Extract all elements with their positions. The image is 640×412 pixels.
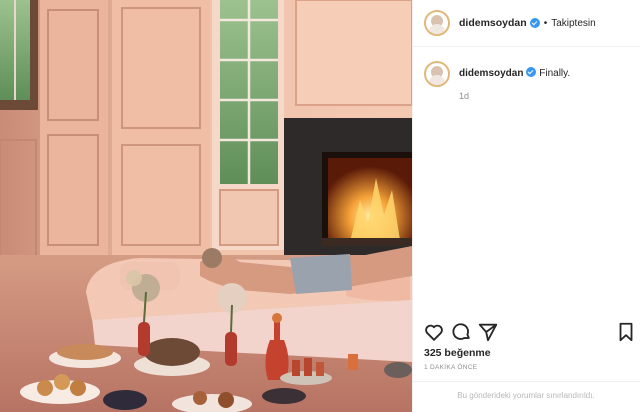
caption: didemsoydan Finally. 1d [459, 61, 570, 103]
caption-row: didemsoydan Finally. 1d [413, 47, 640, 103]
caption-avatar[interactable] [424, 61, 450, 87]
username-link[interactable]: didemsoydan [459, 17, 527, 29]
post-image[interactable] [0, 0, 412, 412]
post-timestamp[interactable]: 1 DAKİKA ÖNCE [424, 364, 477, 371]
comments-disabled-notice: Bu gönderideki yorumlar sınırlandırıldı. [457, 391, 595, 400]
vase-left [138, 322, 150, 356]
caption-text: Finally. [539, 68, 571, 79]
avatar[interactable] [424, 10, 450, 36]
post-header: didemsoydan • Takiptesin [413, 0, 640, 47]
divider [412, 381, 640, 382]
caption-username[interactable]: didemsoydan [459, 68, 523, 79]
separator-dot: • [543, 17, 548, 29]
vase-right [225, 332, 237, 366]
share-icon[interactable] [477, 321, 499, 343]
room-photo [0, 0, 412, 412]
comment-icon[interactable] [450, 321, 472, 343]
verified-badge-icon [529, 18, 540, 28]
action-bar [412, 321, 640, 343]
heart-icon[interactable] [423, 321, 445, 343]
caption-verified-badge-icon [526, 67, 537, 77]
caption-time[interactable]: 1d [459, 89, 570, 103]
follow-status-button[interactable]: Takiptesin [551, 18, 595, 29]
likes-count[interactable]: 325 beğenme [424, 347, 491, 359]
bookmark-icon[interactable] [615, 321, 637, 343]
